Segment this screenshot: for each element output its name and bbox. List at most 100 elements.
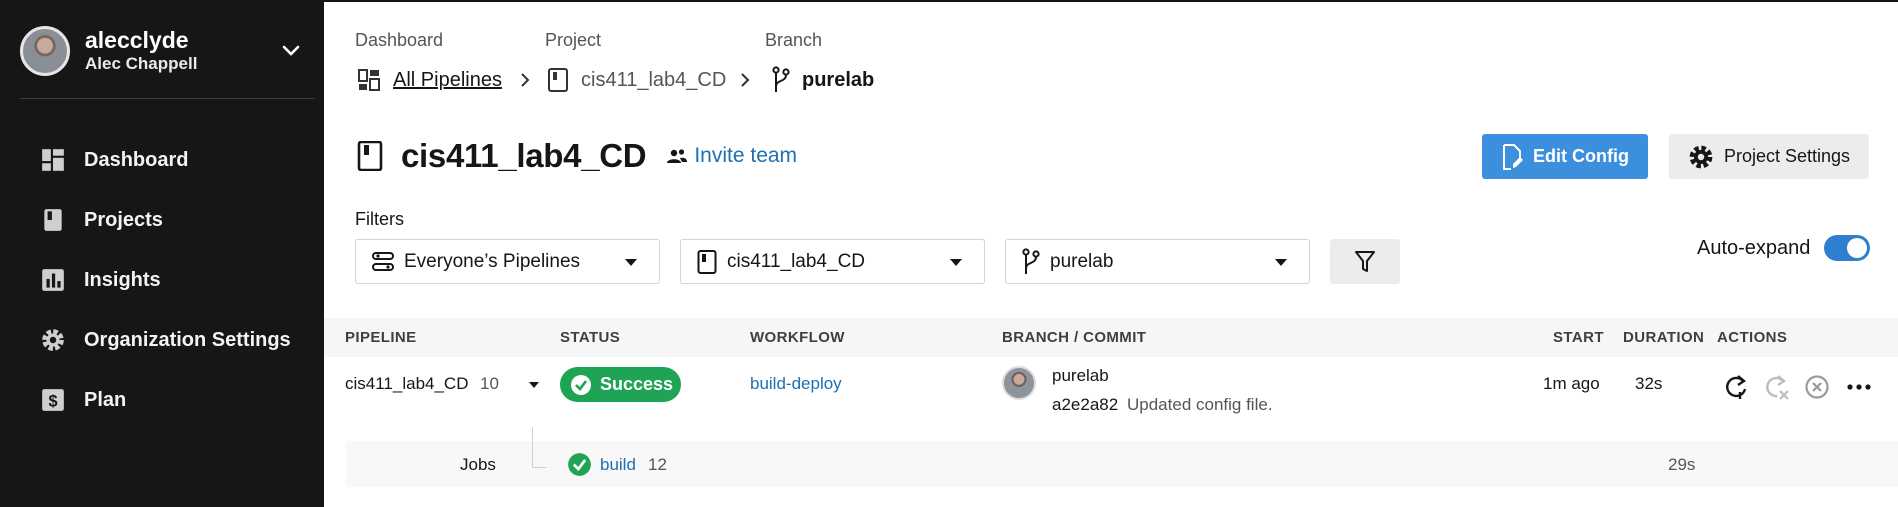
insights-icon	[42, 269, 64, 291]
svg-text:$: $	[48, 393, 57, 411]
project-icon	[697, 249, 717, 274]
branch-icon	[772, 66, 790, 92]
pipeline-duration: 32s	[1635, 374, 1663, 393]
commit-author-avatar	[1002, 366, 1036, 400]
project-header: cis411_lab4_CD Invite team	[357, 136, 797, 176]
breadcrumb-all-pipelines[interactable]: All Pipelines	[357, 66, 502, 94]
job-link[interactable]: build	[600, 455, 636, 475]
rerun-failed-icon[interactable]	[1763, 373, 1791, 401]
username: alecclyde	[85, 27, 189, 53]
sidebar-item-dashboard[interactable]: Dashboard	[40, 130, 291, 190]
breadcrumb-project-value: cis411_lab4_CD	[581, 68, 727, 91]
chevron-right-icon	[741, 73, 750, 87]
status-badge[interactable]: Success	[560, 367, 681, 402]
gear-icon	[1689, 145, 1713, 168]
filters-label: Filters	[355, 209, 404, 229]
project-icon	[357, 141, 383, 171]
job-number: 12	[648, 455, 667, 474]
commit-hash[interactable]: a2e2a82	[1052, 395, 1118, 415]
chevron-right-icon	[521, 73, 530, 87]
sidebar: alecclyde Alec Chappell Dashboard Projec…	[0, 2, 324, 507]
breadcrumb-branch-value: purelab	[802, 68, 875, 91]
sidebar-item-plan[interactable]: $ Plan	[40, 370, 291, 430]
branch-filter-select[interactable]: purelab	[1005, 239, 1310, 284]
commit-message: Updated config file.	[1127, 395, 1273, 414]
edit-config-button[interactable]: Edit Config	[1482, 134, 1648, 179]
tree-connector	[532, 427, 546, 468]
breadcrumb-project[interactable]: cis411_lab4_CD	[547, 66, 726, 94]
project-settings-button[interactable]: Project Settings	[1669, 134, 1869, 179]
sidebar-item-organization-settings[interactable]: Organization Settings	[40, 310, 291, 370]
breadcrumb-project-label: Project	[545, 30, 602, 50]
toggle-knob	[1847, 238, 1867, 258]
sidebar-item-label: Plan	[84, 388, 127, 411]
caret-down-icon	[950, 259, 962, 266]
sidebar-nav: Dashboard Projects Insights Organization…	[40, 130, 291, 430]
column-header-workflow: WORKFLOW	[750, 329, 845, 346]
chevron-down-icon[interactable]	[279, 39, 303, 63]
invite-team-label: Invite team	[694, 144, 798, 167]
sidebar-item-label: Insights	[84, 268, 161, 291]
column-header-status: STATUS	[560, 329, 621, 346]
project-filter-select[interactable]: cis411_lab4_CD	[680, 239, 985, 284]
check-circle-icon	[571, 374, 591, 395]
auto-expand-toggle[interactable]	[1824, 235, 1870, 261]
commit-branch: purelab	[1052, 366, 1109, 385]
job-duration: 29s	[1668, 455, 1696, 474]
workflow-link[interactable]: build-deploy	[750, 374, 842, 394]
avatar	[20, 26, 70, 76]
column-header-start: START	[1553, 329, 1604, 346]
table-header: PIPELINE STATUS WORKFLOW BRANCH / COMMIT…	[324, 318, 1898, 357]
user-full-name: Alec Chappell	[85, 54, 198, 73]
column-header-pipeline: PIPELINE	[345, 329, 417, 346]
sidebar-item-label: Organization Settings	[84, 328, 291, 351]
project-icon	[548, 68, 568, 92]
column-header-actions: ACTIONS	[1717, 329, 1788, 346]
edit-config-label: Edit Config	[1533, 146, 1629, 166]
sidebar-item-label: Projects	[84, 208, 163, 231]
sidebar-item-projects[interactable]: Projects	[40, 190, 291, 250]
rerun-icon[interactable]	[1723, 373, 1751, 401]
pipeline-name[interactable]: cis411_lab4_CD	[345, 374, 468, 394]
sidebar-item-insights[interactable]: Insights	[40, 250, 291, 310]
projects-icon	[44, 209, 62, 231]
caret-down-icon	[1275, 259, 1287, 266]
pipeline-number: 10	[480, 374, 499, 393]
filter-button[interactable]	[1330, 239, 1400, 284]
sidebar-item-label: Dashboard	[84, 148, 189, 171]
gear-icon	[42, 329, 64, 351]
project-filter-value: cis411_lab4_CD	[727, 250, 866, 272]
user-names: alecclyde Alec Chappell	[85, 27, 197, 75]
check-circle-icon	[568, 453, 591, 476]
column-header-branch-commit: BRANCH / COMMIT	[1002, 329, 1147, 346]
pipeline-start: 1m ago	[1543, 374, 1600, 393]
status-label: Success	[600, 374, 674, 394]
dashboard-icon	[358, 69, 380, 91]
plan-icon: $	[42, 389, 64, 411]
auto-expand-label: Auto-expand	[1697, 237, 1811, 259]
branch-filter-value: purelab	[1050, 250, 1114, 272]
invite-team-link[interactable]: Invite team	[666, 144, 797, 168]
expand-caret-icon[interactable]	[529, 382, 539, 388]
breadcrumb-branch-label: Branch	[765, 30, 823, 50]
breadcrumb-all-pipelines-label: All Pipelines	[393, 68, 502, 91]
breadcrumb-branch: purelab	[772, 66, 874, 94]
dashboard-icon	[42, 149, 64, 171]
edit-file-icon	[1503, 143, 1523, 170]
branch-icon	[1022, 247, 1040, 274]
pipelines-icon	[372, 251, 394, 271]
breadcrumb-dashboard-label: Dashboard	[355, 30, 444, 50]
caret-down-icon	[625, 259, 637, 266]
more-options-icon[interactable]	[1845, 373, 1873, 401]
page-title: cis411_lab4_CD	[401, 137, 647, 174]
user-menu[interactable]: alecclyde Alec Chappell	[20, 24, 315, 78]
project-settings-label: Project Settings	[1723, 146, 1851, 166]
pipelines-filter-value: Everyone’s Pipelines	[404, 250, 581, 272]
team-icon	[667, 149, 688, 163]
cancel-icon[interactable]	[1803, 373, 1831, 401]
pipelines-filter-select[interactable]: Everyone’s Pipelines	[355, 239, 660, 284]
sidebar-divider	[20, 98, 315, 99]
jobs-label: Jobs	[460, 455, 496, 474]
column-header-duration: DURATION	[1623, 329, 1705, 346]
funnel-icon	[1355, 250, 1375, 272]
